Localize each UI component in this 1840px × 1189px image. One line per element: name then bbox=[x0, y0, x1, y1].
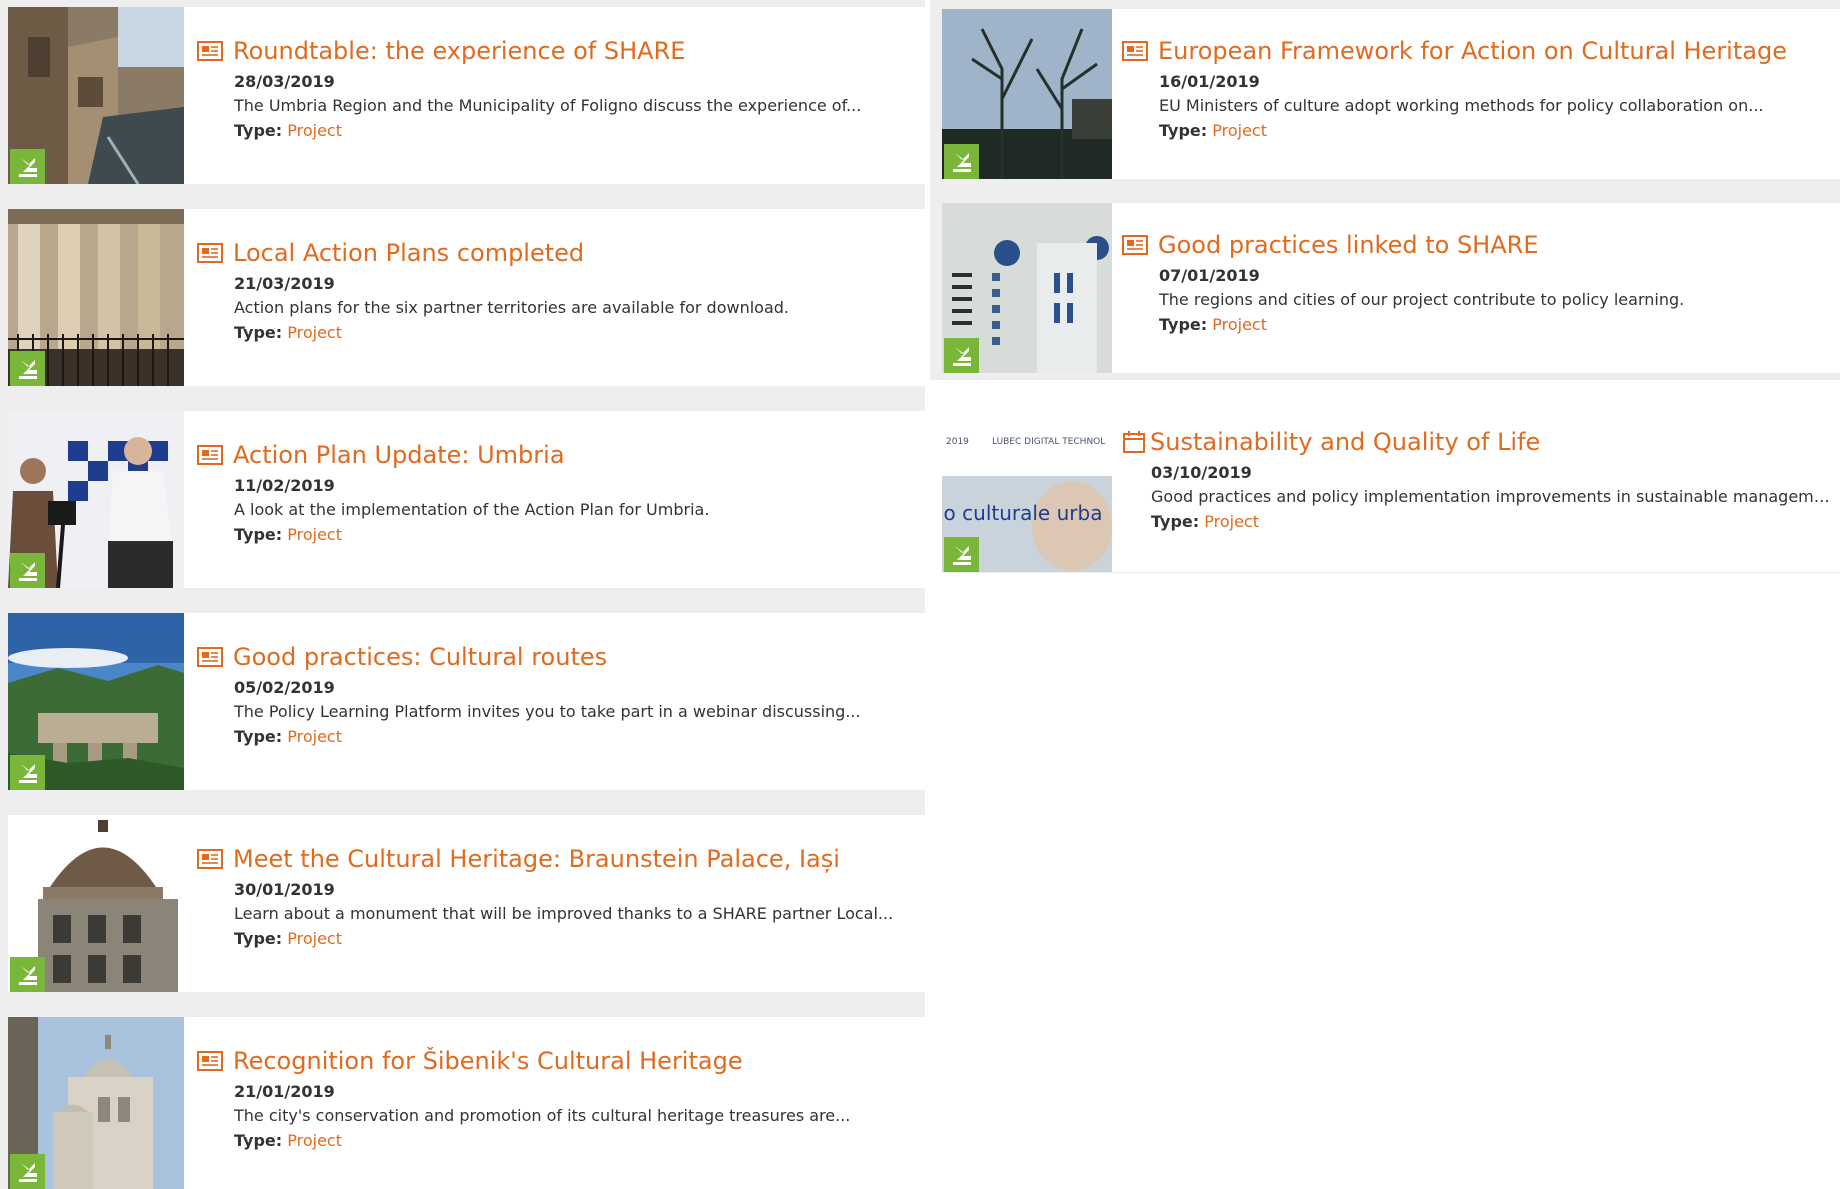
news-type: Type: Project bbox=[234, 1131, 915, 1150]
event-date: 03/10/2019 bbox=[1151, 463, 1252, 482]
thumbnail-image[interactable] bbox=[8, 613, 184, 790]
type-label: Type: bbox=[234, 1131, 283, 1150]
banner-year-text: 2019 bbox=[946, 437, 969, 447]
project-badge-icon bbox=[944, 338, 979, 373]
type-link[interactable]: Project bbox=[1212, 315, 1267, 334]
news-title-link[interactable]: Action Plan Update: Umbria bbox=[233, 441, 565, 469]
project-badge-icon bbox=[10, 957, 45, 992]
news-title-link[interactable]: Meet the Cultural Heritage: Braunstein P… bbox=[233, 845, 840, 873]
news-title-link[interactable]: European Framework for Action on Cultura… bbox=[1158, 37, 1787, 65]
banner-title-text: LUBEC DIGITAL TECHNOL bbox=[992, 437, 1105, 447]
project-badge-icon bbox=[944, 144, 979, 179]
newspaper-icon bbox=[1122, 235, 1148, 255]
newspaper-icon bbox=[197, 445, 223, 465]
thumbnail-image[interactable] bbox=[8, 815, 184, 992]
project-badge-icon bbox=[10, 351, 45, 386]
thumbnail-image[interactable] bbox=[942, 203, 1112, 373]
news-title-link[interactable]: Local Action Plans completed bbox=[233, 239, 584, 267]
type-label: Type: bbox=[1151, 512, 1200, 531]
thumbnail-image[interactable] bbox=[8, 1017, 184, 1189]
news-title-link[interactable]: Roundtable: the experience of SHARE bbox=[233, 37, 685, 65]
news-summary: Learn about a monument that will be impr… bbox=[234, 904, 894, 923]
type-label: Type: bbox=[1159, 121, 1208, 140]
news-card-roundtable[interactable]: Roundtable: the experience of SHARE 28/0… bbox=[8, 7, 925, 184]
news-summary: The Umbria Region and the Municipality o… bbox=[234, 96, 862, 115]
project-badge-icon bbox=[10, 553, 45, 588]
news-card-braunstein-palace[interactable]: Meet the Cultural Heritage: Braunstein P… bbox=[8, 815, 925, 992]
type-label: Type: bbox=[234, 929, 283, 948]
thumbnail-image[interactable] bbox=[8, 209, 184, 386]
banner-caption-text: io culturale urba bbox=[942, 501, 1102, 525]
newspaper-icon bbox=[197, 647, 223, 667]
news-title-link[interactable]: Good practices linked to SHARE bbox=[1158, 231, 1538, 259]
type-link[interactable]: Project bbox=[287, 323, 342, 342]
news-summary: The regions and cities of our project co… bbox=[1159, 290, 1685, 309]
news-date: 07/01/2019 bbox=[1159, 266, 1260, 285]
project-badge-icon bbox=[10, 1154, 45, 1189]
glossary-term-link[interactable]: Action Plan bbox=[524, 500, 614, 519]
type-label: Type: bbox=[234, 323, 283, 342]
project-badge-icon bbox=[10, 755, 45, 790]
event-card-sustainability[interactable]: 2019 LUBEC DIGITAL TECHNOL io culturale … bbox=[942, 416, 1840, 573]
event-type: Type: Project bbox=[1151, 512, 1830, 531]
news-summary: The city's conservation and promotion of… bbox=[234, 1106, 851, 1125]
news-title-link[interactable]: Recognition for Šibenik's Cultural Herit… bbox=[233, 1047, 743, 1075]
news-card-sibenik[interactable]: Recognition for Šibenik's Cultural Herit… bbox=[8, 1017, 925, 1189]
news-card-good-practices-share[interactable]: Good practices linked to SHARE 07/01/201… bbox=[942, 203, 1840, 373]
newspaper-icon bbox=[197, 849, 223, 869]
newspaper-icon bbox=[197, 1051, 223, 1071]
news-type: Type: Project bbox=[1159, 121, 1830, 140]
type-link[interactable]: Project bbox=[1204, 512, 1259, 531]
news-date: 30/01/2019 bbox=[234, 880, 335, 899]
type-link[interactable]: Project bbox=[287, 727, 342, 746]
news-summary: The Policy Learning Platform invites you… bbox=[234, 702, 861, 721]
news-type: Type: Project bbox=[234, 727, 915, 746]
news-summary: A look at the implementation of the Acti… bbox=[234, 500, 915, 519]
project-badge-icon bbox=[944, 537, 979, 572]
type-link[interactable]: Project bbox=[287, 525, 342, 544]
news-type: Type: Project bbox=[1159, 315, 1830, 334]
type-label: Type: bbox=[1159, 315, 1208, 334]
type-link[interactable]: Project bbox=[287, 121, 342, 140]
type-link[interactable]: Project bbox=[287, 929, 342, 948]
type-link[interactable]: Project bbox=[1212, 121, 1267, 140]
news-type: Type: Project bbox=[234, 525, 915, 544]
type-label: Type: bbox=[234, 121, 283, 140]
news-card-cultural-routes[interactable]: Good practices: Cultural routes 05/02/20… bbox=[8, 613, 925, 790]
news-date: 11/02/2019 bbox=[234, 476, 335, 495]
newspaper-icon bbox=[197, 41, 223, 61]
type-link[interactable]: Project bbox=[287, 1131, 342, 1150]
news-card-local-action-plans[interactable]: Local Action Plans completed 21/03/2019 … bbox=[8, 209, 925, 386]
summary-text: A look at the implementation of the bbox=[234, 500, 525, 519]
type-label: Type: bbox=[234, 525, 283, 544]
calendar-icon bbox=[1123, 431, 1145, 453]
event-summary: Good practices and policy implementation… bbox=[1151, 487, 1830, 506]
summary-text: for Umbria. bbox=[613, 500, 710, 519]
newspaper-icon bbox=[197, 243, 223, 263]
news-date: 21/01/2019 bbox=[234, 1082, 335, 1101]
news-title-link[interactable]: Good practices: Cultural routes bbox=[233, 643, 607, 671]
news-date: 28/03/2019 bbox=[234, 72, 335, 91]
news-type: Type: Project bbox=[234, 323, 915, 342]
news-date: 05/02/2019 bbox=[234, 678, 335, 697]
event-title-link[interactable]: Sustainability and Quality of Life bbox=[1150, 428, 1540, 456]
news-type: Type: Project bbox=[234, 121, 915, 140]
news-summary: EU Ministers of culture adopt working me… bbox=[1159, 96, 1764, 115]
news-date: 16/01/2019 bbox=[1159, 72, 1260, 91]
news-card-european-framework[interactable]: European Framework for Action on Cultura… bbox=[942, 9, 1840, 179]
news-summary: Action plans for the six partner territo… bbox=[234, 298, 789, 317]
thumbnail-image[interactable] bbox=[8, 7, 184, 184]
type-label: Type: bbox=[234, 727, 283, 746]
project-badge-icon bbox=[10, 149, 45, 184]
news-date: 21/03/2019 bbox=[234, 274, 335, 293]
thumbnail-image[interactable] bbox=[942, 9, 1112, 179]
news-card-action-plan-umbria[interactable]: Action Plan Update: Umbria 11/02/2019 A … bbox=[8, 411, 925, 588]
thumbnail-image[interactable]: 2019 LUBEC DIGITAL TECHNOL io culturale … bbox=[942, 416, 1112, 572]
news-type: Type: Project bbox=[234, 929, 915, 948]
newspaper-icon bbox=[1122, 41, 1148, 61]
thumbnail-image[interactable] bbox=[8, 411, 184, 588]
